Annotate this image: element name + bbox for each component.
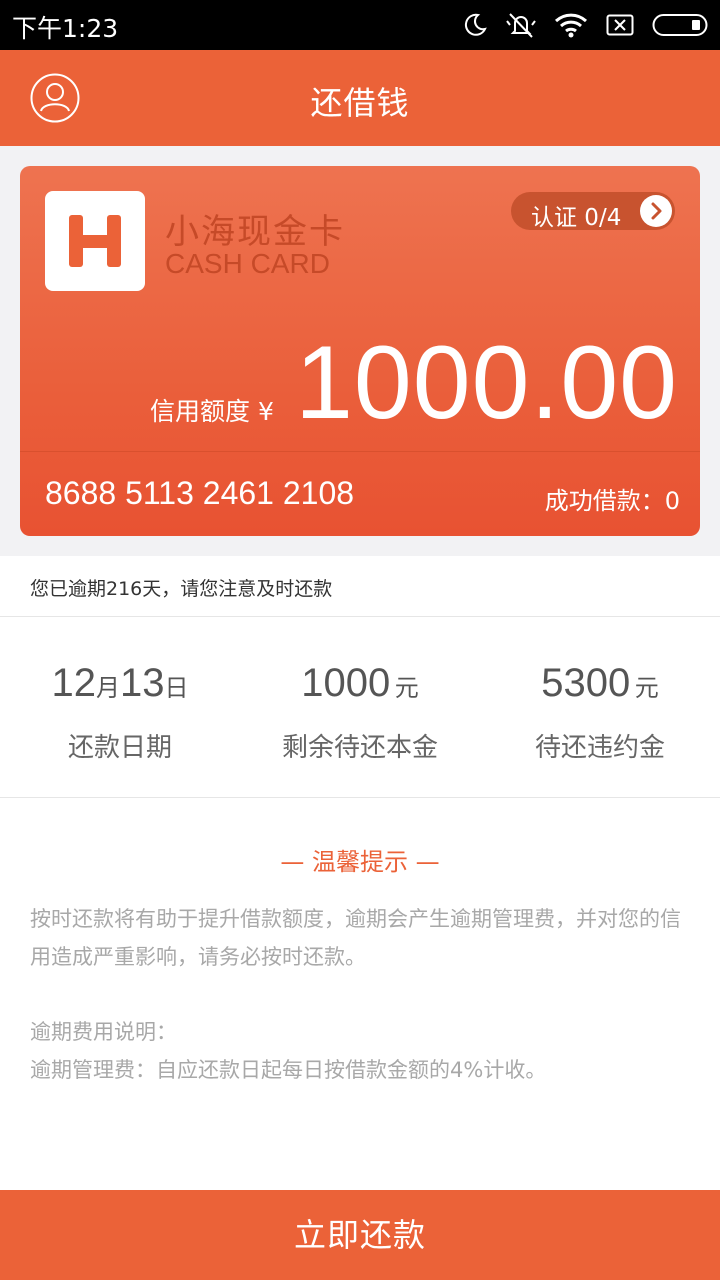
app-header: 还借钱 bbox=[0, 50, 720, 146]
battery-icon bbox=[652, 13, 710, 37]
status-time: 下午1:23 bbox=[12, 14, 119, 43]
due-day-unit: 日 bbox=[164, 675, 189, 702]
credit-label: 信用额度 ¥ bbox=[150, 397, 274, 426]
fee-explanation: 逾期费用说明： 逾期管理费：自应还款日起每日按借款金额的4%计收。 bbox=[30, 1013, 690, 1089]
stat-principal: 1000 元 剩余待还本金 bbox=[240, 617, 480, 798]
due-date-label: 还款日期 bbox=[67, 733, 172, 763]
penalty-amount: 5300 bbox=[541, 661, 631, 705]
fee-explanation-body: 逾期管理费：自应还款日起每日按借款金额的4%计收。 bbox=[30, 1058, 547, 1082]
h-logo-icon bbox=[69, 215, 121, 267]
card-name: 小海现金卡 bbox=[165, 212, 345, 252]
overdue-notice-text: 您已逾期216天，请您注意及时还款 bbox=[30, 578, 333, 600]
status-icons bbox=[462, 10, 710, 40]
repayment-stats: 12月13日 还款日期 1000 元 剩余待还本金 5300 元 待还违约金 bbox=[0, 617, 720, 798]
principal-value: 1000 元 bbox=[240, 661, 480, 706]
tips-body: 按时还款将有助于提升借款额度，逾期会产生逾期管理费，并对您的信用造成严重影响，请… bbox=[30, 907, 681, 969]
tips-title: — 温馨提示 — bbox=[280, 848, 440, 876]
moon-icon bbox=[462, 12, 488, 38]
page-title: 还借钱 bbox=[310, 84, 410, 122]
due-month: 12 bbox=[51, 661, 97, 705]
loan-count: 成功借款：0 bbox=[544, 487, 680, 515]
credit-amount: 1000.00 bbox=[295, 325, 678, 441]
principal-label: 剩余待还本金 bbox=[281, 733, 438, 763]
verify-label: 认证 0/4 bbox=[531, 205, 622, 231]
wifi-icon bbox=[554, 12, 588, 38]
principal-unit: 元 bbox=[394, 675, 419, 702]
cash-card[interactable]: 小海现金卡 CASH CARD 认证 0/4 信用额度 ¥ 1000.00 86… bbox=[20, 166, 700, 536]
card-divider bbox=[20, 451, 700, 452]
mute-icon bbox=[506, 11, 536, 39]
status-bar: 下午1:23 bbox=[0, 0, 720, 50]
card-area: 小海现金卡 CASH CARD 认证 0/4 信用额度 ¥ 1000.00 86… bbox=[0, 146, 720, 556]
card-number: 8688 5113 2461 2108 bbox=[45, 475, 355, 511]
stat-due-date: 12月13日 还款日期 bbox=[0, 617, 240, 798]
stat-penalty: 5300 元 待还违约金 bbox=[480, 617, 720, 798]
repay-now-button[interactable]: 立即还款 bbox=[0, 1190, 720, 1280]
verify-button[interactable]: 认证 0/4 bbox=[511, 192, 675, 231]
card-logo bbox=[45, 191, 145, 291]
penalty-label: 待还违约金 bbox=[534, 733, 665, 763]
overdue-notice: 您已逾期216天，请您注意及时还款 bbox=[0, 556, 720, 617]
penalty-unit: 元 bbox=[634, 675, 659, 702]
due-day: 13 bbox=[120, 661, 165, 705]
penalty-value: 5300 元 bbox=[480, 661, 720, 706]
fee-explanation-title: 逾期费用说明： bbox=[30, 1020, 177, 1044]
card-name-en: CASH CARD bbox=[165, 248, 330, 279]
principal-amount: 1000 bbox=[301, 661, 391, 705]
due-month-unit: 月 bbox=[96, 675, 120, 702]
chevron-right-icon bbox=[640, 195, 672, 227]
due-date-value: 12月13日 bbox=[0, 661, 240, 706]
sim-x-icon bbox=[606, 14, 634, 36]
